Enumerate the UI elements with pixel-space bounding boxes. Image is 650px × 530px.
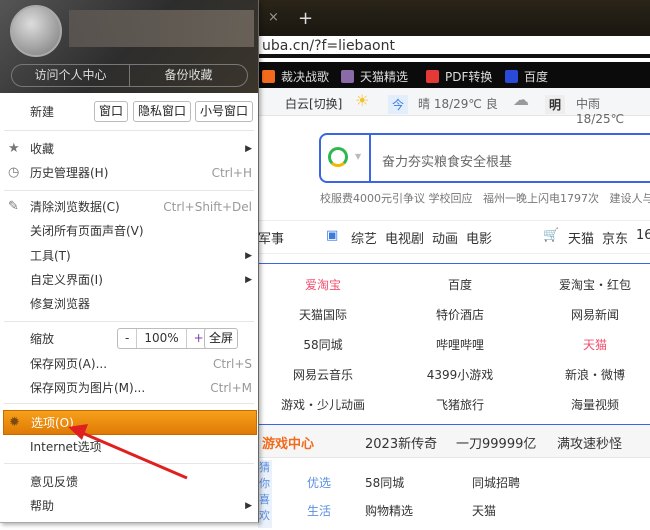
annotation-arrow [68,424,188,480]
arrow-head [68,424,88,440]
arrow-shaft [79,430,188,480]
